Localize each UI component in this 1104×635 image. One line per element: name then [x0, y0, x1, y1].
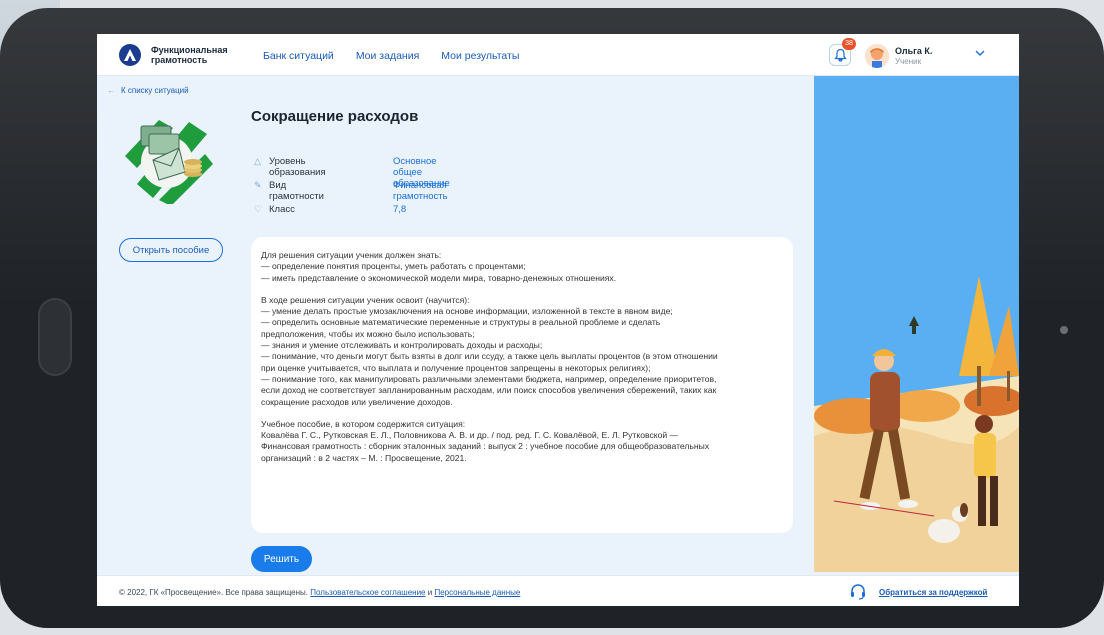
description-line: Для решения ситуации ученик должен знать…	[261, 250, 442, 260]
headset-icon[interactable]	[849, 583, 867, 601]
description-line: — умение делать простые умозаключения на…	[261, 306, 673, 317]
footer-copyright: © 2022, ГК «Просвещение». Все права защи…	[119, 588, 521, 597]
user-role: Ученик	[895, 57, 922, 66]
description-line: — понимание того, как манипулировать раз…	[261, 373, 717, 384]
page-title: Сокращение расходов	[251, 108, 419, 125]
property-label: Уровень образования	[269, 156, 326, 178]
user-name[interactable]: Ольга К.	[895, 46, 932, 56]
top-header: Функциональная грамотность Банк ситуаций…	[97, 34, 1019, 76]
back-to-list-link[interactable]: ← К списку ситуаций	[107, 86, 189, 95]
property-value[interactable]: Финансовая грамотность	[393, 180, 448, 202]
description-line: В ходе решения ситуации ученик освоит (н…	[261, 294, 470, 305]
description-line: Учебное пособие, в котором содержится си…	[261, 418, 466, 429]
main-nav: Банк ситуаций Мои задания Мои результаты	[263, 50, 519, 62]
description-line: — определить основные математические пер…	[261, 317, 661, 328]
description-line: — определение понятия проценты, уметь ра…	[261, 261, 526, 272]
description-line: — иметь представление о экономической мо…	[261, 272, 617, 283]
description-line: организаций : в 2 частях – М. : Просвеще…	[261, 452, 467, 463]
tablet-camera	[1060, 326, 1068, 334]
level-icon: △	[254, 156, 261, 166]
grade-icon: ♡	[254, 204, 263, 214]
description-line: если доход не соответствует запланирован…	[261, 385, 717, 396]
logo-text[interactable]: Функциональная грамотность	[151, 45, 241, 65]
description-line: при оценке учитывается, что выплата и по…	[261, 362, 651, 373]
nav-situation-bank[interactable]: Банк ситуаций	[263, 50, 334, 62]
description-card: Для решения ситуации ученик должен знать…	[251, 237, 793, 533]
tablet-home-button	[38, 298, 72, 376]
support-link[interactable]: Обратиться за поддержкой	[879, 588, 987, 597]
user-agreement-link[interactable]: Пользовательское соглашение	[310, 588, 425, 597]
autumn-walk-illustration	[814, 76, 1019, 572]
pencil-icon: ✎	[254, 180, 262, 190]
description-line: сокращение расходов или увеличение доход…	[261, 396, 453, 407]
property-label: Класс	[269, 204, 295, 215]
solve-button[interactable]: Решить	[251, 546, 312, 572]
avatar[interactable]	[865, 44, 889, 68]
description-line: — знания и умение отслеживать и контроли…	[261, 340, 543, 351]
footer: © 2022, ГК «Просвещение». Все права защи…	[97, 575, 1019, 606]
description-line: предположения, чтобы их можно было испол…	[261, 328, 475, 339]
property-label: Вид грамотности	[269, 180, 324, 202]
bell-icon	[834, 48, 847, 62]
chevron-down-icon[interactable]	[975, 50, 985, 57]
notification-badge: 38	[842, 38, 856, 50]
nav-my-results[interactable]: Мои результаты	[441, 50, 519, 62]
property-value: 7,8	[393, 204, 407, 215]
situation-illustration	[125, 120, 213, 204]
description-line: Ковалёва Г. С., Рутковская Е. Л., Половн…	[261, 430, 679, 441]
description-line: — понимание, что деньги могут быть взяты…	[261, 351, 718, 362]
arrow-left-icon: ←	[107, 86, 115, 95]
nav-my-tasks[interactable]: Мои задания	[356, 50, 419, 62]
app-screen: Функциональная грамотность Банк ситуаций…	[97, 34, 1019, 606]
description-line: Финансовая грамотность : сборник эталонн…	[261, 441, 710, 452]
open-guide-button[interactable]: Открыть пособие	[119, 238, 223, 262]
logo-icon[interactable]	[119, 44, 141, 66]
personal-data-link[interactable]: Персональные данные	[434, 588, 520, 597]
